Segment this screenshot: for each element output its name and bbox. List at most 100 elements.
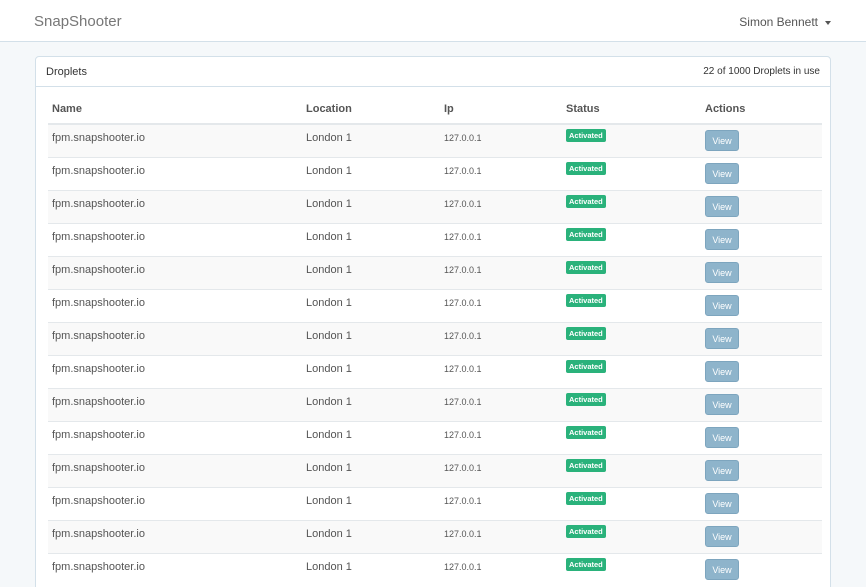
view-button[interactable]: View: [705, 526, 739, 547]
droplet-name: fpm.snapshooter.io: [48, 288, 302, 322]
droplet-ip-text: 127.0.0.1: [444, 330, 482, 341]
droplet-location: London 1: [302, 288, 440, 322]
droplet-ip-text: 127.0.0.1: [444, 198, 482, 209]
droplet-name: fpm.snapshooter.io: [48, 354, 302, 388]
droplet-actions: View: [701, 255, 822, 289]
view-button[interactable]: View: [705, 328, 739, 349]
droplet-ip: 127.0.0.1: [440, 222, 562, 256]
view-button[interactable]: View: [705, 295, 739, 316]
droplet-location-text: London 1: [306, 263, 352, 276]
status-badge: Activated: [566, 525, 606, 538]
column-header-name: Name: [48, 87, 302, 125]
column-header-status: Status: [562, 87, 701, 125]
droplet-ip: 127.0.0.1: [440, 486, 562, 520]
table-row: fpm.snapshooter.io London 1 127.0.0.1 Activ…: [48, 552, 822, 586]
droplet-ip: 127.0.0.1: [440, 288, 562, 322]
droplet-ip: 127.0.0.1: [440, 321, 562, 355]
droplet-location: London 1: [302, 354, 440, 388]
droplet-location-text: London 1: [306, 230, 352, 243]
view-button[interactable]: View: [705, 361, 739, 382]
status-badge: Activated: [566, 195, 606, 208]
droplet-status: Activated: [562, 387, 701, 421]
droplet-location-text: London 1: [306, 197, 352, 210]
droplet-name-text: fpm.snapshooter.io: [52, 131, 145, 144]
droplet-name: fpm.snapshooter.io: [48, 321, 302, 355]
status-badge: Activated: [566, 558, 606, 572]
droplet-status: Activated: [562, 354, 701, 388]
usage-suffix: Droplets in use: [753, 66, 820, 77]
droplet-actions: View: [701, 156, 822, 190]
droplet-location-text: London 1: [306, 329, 352, 342]
table-row: fpm.snapshooter.io London 1 127.0.0.1 Activ…: [48, 387, 822, 421]
droplet-ip: 127.0.0.1: [440, 123, 562, 157]
table-row: fpm.snapshooter.io London 1 127.0.0.1 Activ…: [48, 354, 822, 388]
droplet-name-text: fpm.snapshooter.io: [52, 395, 145, 408]
status-badge: Activated: [566, 261, 606, 274]
view-button[interactable]: View: [705, 130, 739, 152]
droplet-location: London 1: [302, 420, 440, 454]
droplets-table: Name Location Ip Status Actions fpm.snap…: [48, 87, 822, 586]
droplet-location-text: London 1: [306, 428, 352, 441]
status-badge: Activated: [566, 294, 606, 307]
droplet-usage: 22 of 1000 Droplets in use: [703, 66, 820, 77]
droplet-ip: 127.0.0.1: [440, 189, 562, 223]
droplet-location: London 1: [302, 156, 440, 190]
view-button[interactable]: View: [705, 262, 739, 283]
status-badge: Activated: [566, 228, 606, 241]
droplet-ip: 127.0.0.1: [440, 156, 562, 190]
droplet-location-text: London 1: [306, 560, 352, 573]
droplet-location: London 1: [302, 387, 440, 421]
table-row: fpm.snapshooter.io London 1 127.0.0.1 Activ…: [48, 156, 822, 190]
droplet-actions: View: [701, 519, 822, 553]
view-button[interactable]: View: [705, 196, 739, 217]
table-row: fpm.snapshooter.io London 1 127.0.0.1 Activ…: [48, 453, 822, 487]
view-button[interactable]: View: [705, 229, 739, 250]
droplet-name-text: fpm.snapshooter.io: [52, 164, 145, 177]
usage-count: 22 of 1000: [703, 66, 751, 77]
table-row: fpm.snapshooter.io London 1 127.0.0.1 Activ…: [48, 420, 822, 454]
droplet-location: London 1: [302, 222, 440, 256]
droplets-panel: Droplets 22 of 1000 Droplets in use Name…: [35, 56, 831, 587]
table-row: fpm.snapshooter.io London 1 127.0.0.1 Activ…: [48, 519, 822, 553]
status-badge: Activated: [566, 129, 606, 143]
droplet-name: fpm.snapshooter.io: [48, 222, 302, 256]
view-button[interactable]: View: [705, 427, 739, 448]
view-button[interactable]: View: [705, 163, 739, 184]
droplet-name-text: fpm.snapshooter.io: [52, 560, 145, 573]
droplet-name-text: fpm.snapshooter.io: [52, 263, 145, 276]
view-button[interactable]: View: [705, 559, 739, 581]
droplet-name: fpm.snapshooter.io: [48, 156, 302, 190]
droplet-actions: View: [701, 222, 822, 256]
droplet-location: London 1: [302, 189, 440, 223]
table-row: fpm.snapshooter.io London 1 127.0.0.1 Activ…: [48, 123, 822, 157]
droplet-ip-text: 127.0.0.1: [444, 297, 482, 308]
droplet-name-text: fpm.snapshooter.io: [52, 461, 145, 474]
droplet-name-text: fpm.snapshooter.io: [52, 296, 145, 309]
droplet-location-text: London 1: [306, 131, 352, 144]
view-button[interactable]: View: [705, 394, 739, 415]
droplet-actions: View: [701, 189, 822, 223]
brand-logo[interactable]: SnapShooter: [34, 13, 122, 30]
table-row: fpm.snapshooter.io London 1 127.0.0.1 Activ…: [48, 222, 822, 256]
column-header-location: Location: [302, 87, 440, 125]
droplet-ip-text: 127.0.0.1: [444, 231, 482, 242]
droplet-name: fpm.snapshooter.io: [48, 387, 302, 421]
table-row: fpm.snapshooter.io London 1 127.0.0.1 Activ…: [48, 486, 822, 520]
droplet-status: Activated: [562, 486, 701, 520]
droplet-ip: 127.0.0.1: [440, 255, 562, 289]
view-button[interactable]: View: [705, 460, 739, 481]
user-menu-dropdown[interactable]: Simon Bennett: [739, 15, 831, 29]
droplet-location-text: London 1: [306, 395, 352, 408]
droplet-status: Activated: [562, 420, 701, 454]
droplet-location: London 1: [302, 486, 440, 520]
droplet-actions: View: [701, 387, 822, 421]
droplet-actions: View: [701, 552, 822, 586]
view-button[interactable]: View: [705, 493, 739, 514]
status-badge: Activated: [566, 459, 606, 472]
table-row: fpm.snapshooter.io London 1 127.0.0.1 Activ…: [48, 255, 822, 289]
status-badge: Activated: [566, 426, 606, 439]
droplet-status: Activated: [562, 453, 701, 487]
droplet-actions: View: [701, 420, 822, 454]
droplet-ip-text: 127.0.0.1: [444, 132, 482, 143]
droplet-status: Activated: [562, 222, 701, 256]
